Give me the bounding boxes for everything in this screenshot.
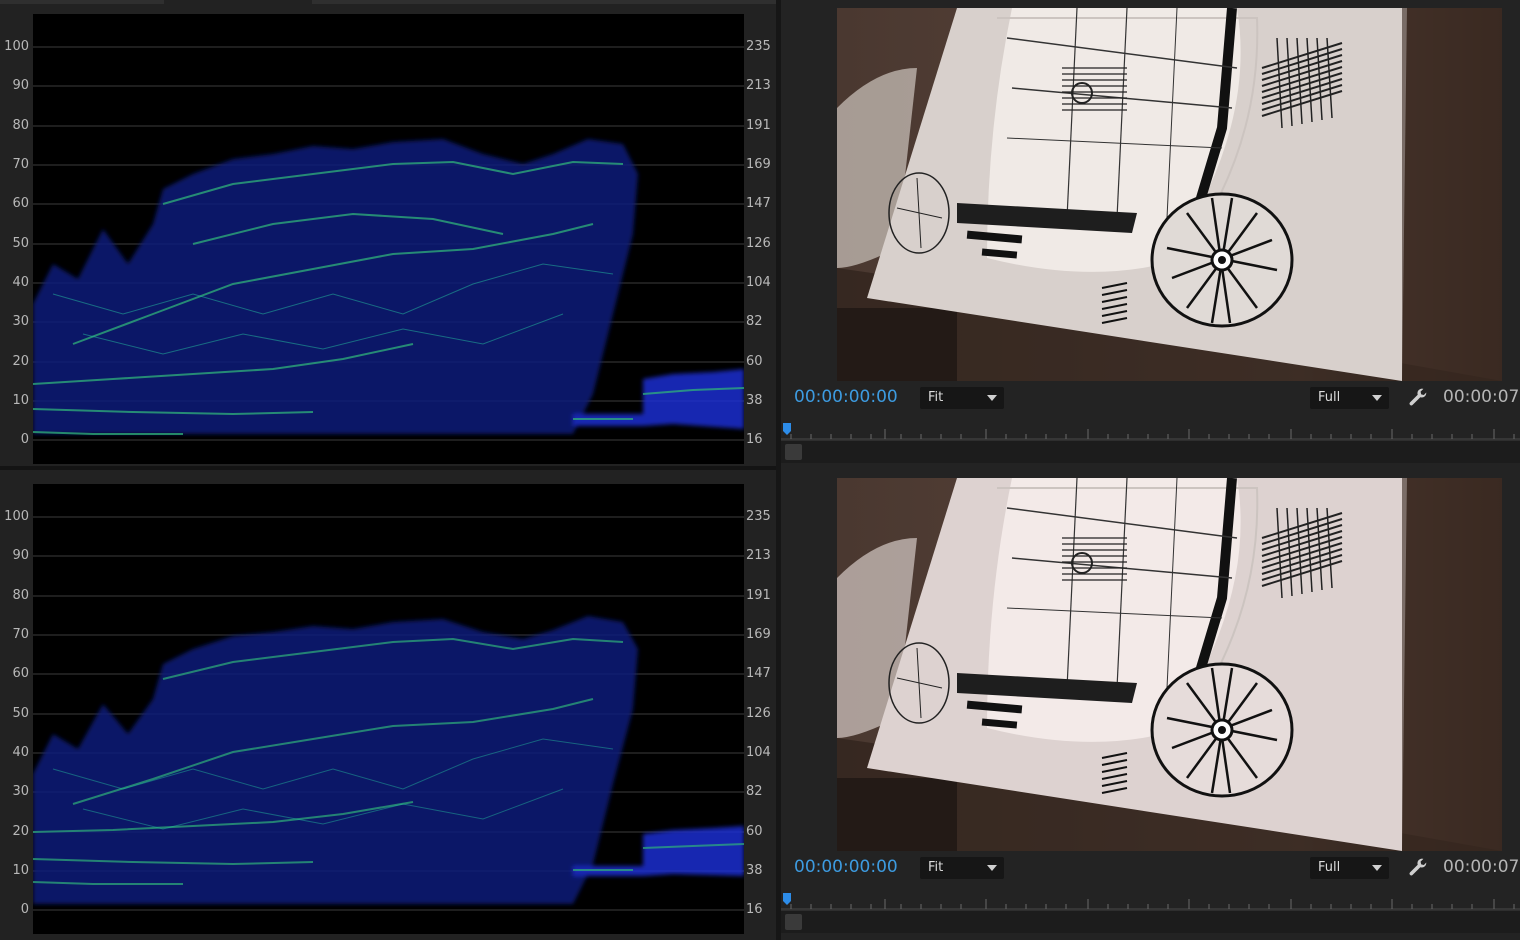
panel-tab-edge (312, 0, 776, 4)
code-tick: 147 (746, 666, 771, 681)
playhead-icon[interactable] (783, 893, 791, 905)
ire-tick: 30 (12, 784, 29, 799)
ire-tick: 90 (12, 78, 29, 93)
code-tick: 38 (746, 393, 763, 408)
code-value-axis: 235 213 191 169 147 126 104 82 60 38 16 (746, 484, 776, 934)
monitor-controls: 00:00:00:00 Fit Full 00:00:07 (781, 853, 1520, 883)
video-preview (837, 8, 1502, 381)
code-tick: 16 (746, 902, 763, 917)
zoom-level-dropdown[interactable]: Fit (920, 387, 1004, 409)
scrollbar-thumb[interactable] (785, 914, 802, 930)
ire-tick: 80 (12, 588, 29, 603)
chevron-down-icon (1372, 865, 1382, 871)
resolution-chart-image (837, 8, 1502, 381)
code-tick: 104 (746, 745, 771, 760)
code-tick: 60 (746, 824, 763, 839)
code-tick: 191 (746, 588, 771, 603)
ire-tick: 100 (4, 509, 29, 524)
code-tick: 38 (746, 863, 763, 878)
waveform-trace (33, 516, 744, 911)
duration-timecode: 00:00:07 (1443, 857, 1520, 877)
code-tick: 104 (746, 275, 771, 290)
ire-tick: 50 (12, 236, 29, 251)
ire-tick: 80 (12, 118, 29, 133)
duration-timecode: 00:00:07 (1443, 387, 1520, 407)
time-ruler[interactable] (781, 888, 1520, 910)
wrench-icon[interactable] (1407, 857, 1429, 879)
code-tick: 235 (746, 509, 771, 524)
monitor-timeline[interactable] (781, 888, 1520, 933)
playback-resolution-dropdown[interactable]: Full (1310, 387, 1389, 409)
code-tick: 82 (746, 314, 763, 329)
playback-resolution-value: Full (1318, 860, 1341, 875)
zoom-level-dropdown[interactable]: Fit (920, 857, 1004, 879)
code-tick: 169 (746, 627, 771, 642)
ire-axis: 100 90 80 70 60 50 40 30 20 10 0 (0, 14, 31, 464)
playback-resolution-value: Full (1318, 390, 1341, 405)
code-value-axis: 235 213 191 169 147 126 104 82 60 38 16 (746, 14, 776, 464)
scrollbar-thumb[interactable] (785, 444, 802, 460)
time-ruler[interactable] (781, 418, 1520, 440)
code-tick: 213 (746, 548, 771, 563)
code-tick: 169 (746, 157, 771, 172)
waveform-trace (33, 46, 744, 441)
waveform-plot (33, 484, 744, 934)
resolution-chart-image (837, 478, 1502, 851)
code-tick: 126 (746, 706, 771, 721)
video-preview (837, 478, 1502, 851)
ire-tick: 40 (12, 745, 29, 760)
monitors-column: 00:00:00:00 Fit Full 00:00:07 00:00:00:0… (781, 0, 1520, 940)
ire-tick: 90 (12, 548, 29, 563)
code-tick: 60 (746, 354, 763, 369)
ire-tick: 60 (12, 666, 29, 681)
wrench-icon[interactable] (1407, 387, 1429, 409)
ire-axis: 100 90 80 70 60 50 40 30 20 10 0 (0, 484, 31, 934)
chevron-down-icon (1372, 395, 1382, 401)
ire-tick: 60 (12, 196, 29, 211)
ire-tick: 10 (12, 393, 29, 408)
ire-tick: 20 (12, 824, 29, 839)
code-tick: 191 (746, 118, 771, 133)
playhead-icon[interactable] (783, 423, 791, 435)
timeline-scrollbar[interactable] (781, 440, 1520, 463)
ire-tick: 20 (12, 354, 29, 369)
ire-tick: 50 (12, 706, 29, 721)
playhead-timecode[interactable]: 00:00:00:00 (794, 857, 898, 877)
waveform-plot (33, 14, 744, 464)
panel-tab-edge (0, 0, 164, 4)
waveform-panel-bottom: 100 90 80 70 60 50 40 30 20 10 0 235 213… (0, 470, 776, 938)
waveform-panel-top: 100 90 80 70 60 50 40 30 20 10 0 235 213… (0, 0, 776, 468)
timeline-scrollbar[interactable] (781, 910, 1520, 933)
monitor-controls: 00:00:00:00 Fit Full 00:00:07 (781, 383, 1520, 413)
ire-tick: 30 (12, 314, 29, 329)
code-tick: 126 (746, 236, 771, 251)
ire-tick: 40 (12, 275, 29, 290)
playback-resolution-dropdown[interactable]: Full (1310, 857, 1389, 879)
code-tick: 213 (746, 78, 771, 93)
ire-tick: 70 (12, 157, 29, 172)
code-tick: 82 (746, 784, 763, 799)
code-tick: 235 (746, 39, 771, 54)
code-tick: 16 (746, 432, 763, 447)
monitor-timeline[interactable] (781, 418, 1520, 463)
ire-tick: 0 (20, 902, 29, 917)
chevron-down-icon (987, 395, 997, 401)
zoom-level-value: Fit (928, 860, 944, 875)
scopes-column: 100 90 80 70 60 50 40 30 20 10 0 235 213… (0, 0, 778, 940)
code-tick: 147 (746, 196, 771, 211)
zoom-level-value: Fit (928, 390, 944, 405)
playhead-timecode[interactable]: 00:00:00:00 (794, 387, 898, 407)
ire-tick: 0 (20, 432, 29, 447)
chevron-down-icon (987, 865, 997, 871)
ire-tick: 100 (4, 39, 29, 54)
program-monitor-top: 00:00:00:00 Fit Full 00:00:07 (781, 0, 1520, 470)
program-monitor-bottom: 00:00:00:00 Fit Full 00:00:07 (781, 470, 1520, 940)
ire-tick: 70 (12, 627, 29, 642)
ire-tick: 10 (12, 863, 29, 878)
